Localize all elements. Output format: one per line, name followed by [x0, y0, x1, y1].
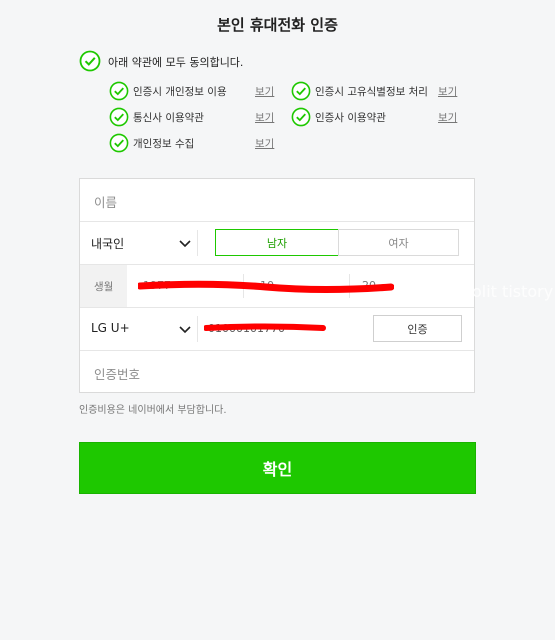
birth-row: 생월 1977 10 20: [80, 265, 474, 308]
agree-all-label[interactable]: 아래 약관에 모두 동의합니다.: [108, 54, 243, 70]
check-circle-icon[interactable]: [109, 81, 129, 101]
term-label: 개인정보 수집: [133, 138, 195, 150]
page-title: 본인 휴대전화 인증: [217, 16, 338, 34]
check-circle-icon[interactable]: [291, 107, 311, 127]
gender-male-button[interactable]: 남자: [215, 229, 339, 256]
chevron-down-icon: [179, 240, 191, 248]
term-label: 인증시 고유식별정보 처리: [315, 86, 428, 98]
nationality-gender-row: 내국인 남자 여자: [80, 222, 474, 265]
chevron-down-icon: [179, 326, 191, 334]
check-circle-icon[interactable]: [109, 107, 129, 127]
nationality-select[interactable]: 내국인: [80, 222, 197, 264]
cost-note: 인증비용은 네이버에서 부담합니다.: [79, 405, 227, 416]
nationality-value: 내국인: [91, 237, 125, 251]
view-link[interactable]: 보기: [255, 136, 274, 151]
name-input[interactable]: 이름: [80, 179, 474, 222]
auth-form: 이름 내국인 남자 여자 생월 1977 10 20 LG U+ 0100010…: [79, 178, 475, 393]
term-label: 통신사 이용약관: [133, 112, 204, 124]
divider: [197, 230, 198, 256]
term-label: 인증시 개인정보 이용: [133, 86, 227, 98]
redaction-mark: [204, 323, 326, 331]
watermark: olit tistory: [472, 282, 554, 301]
check-circle-icon[interactable]: [109, 133, 129, 153]
code-input[interactable]: 인증번호: [80, 351, 474, 393]
check-circle-icon[interactable]: [79, 50, 101, 72]
carrier-phone-row: LG U+ 01000101770 인증: [80, 308, 474, 351]
confirm-button[interactable]: 확인: [79, 442, 476, 494]
view-link[interactable]: 보기: [255, 110, 274, 125]
view-link[interactable]: 보기: [438, 84, 457, 99]
auth-request-button[interactable]: 인증: [373, 315, 462, 342]
carrier-select[interactable]: LG U+: [80, 308, 197, 350]
redaction-mark: [138, 280, 394, 293]
view-link[interactable]: 보기: [438, 110, 457, 125]
gender-female-button[interactable]: 여자: [338, 229, 459, 256]
check-circle-icon[interactable]: [291, 81, 311, 101]
view-link[interactable]: 보기: [255, 84, 274, 99]
birth-label-cell: 생월: [80, 265, 127, 307]
carrier-value: LG U+: [91, 321, 130, 335]
code-placeholder: 인증번호: [94, 367, 141, 382]
birth-label: 생월: [94, 281, 114, 293]
name-placeholder: 이름: [94, 195, 118, 210]
term-label: 인증사 이용약관: [315, 112, 386, 124]
